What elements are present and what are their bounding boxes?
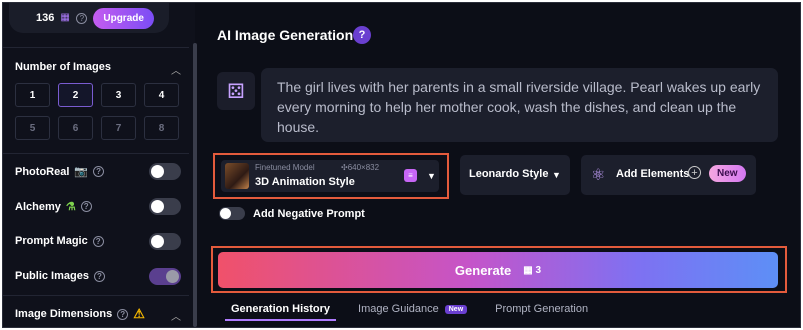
number-of-images-title: Number of Images: [15, 61, 111, 73]
style-dropdown[interactable]: Leonardo Style ▼: [460, 155, 570, 195]
image-dimensions-option: Image Dimensions ? ⚠: [15, 306, 145, 322]
main-panel: AI Image Generation ? ⚄ The girl lives w…: [199, 3, 800, 327]
negative-prompt-option: Add Negative Prompt: [219, 207, 365, 220]
photoreal-label: PhotoReal: [15, 165, 70, 178]
random-prompt-dice-icon[interactable]: ⚄: [217, 72, 255, 110]
prompt-magic-toggle[interactable]: [149, 233, 181, 250]
new-badge: New: [444, 305, 468, 314]
model-selector-highlight: Finetuned Model ✣640×832 3D Animation St…: [213, 153, 449, 199]
toggle-knob: [151, 165, 164, 178]
generate-label: Generate: [454, 262, 512, 278]
chevron-up-icon[interactable]: ︿: [171, 62, 181, 77]
num-images-4[interactable]: 4: [144, 83, 179, 107]
photoreal-toggle[interactable]: [149, 163, 181, 180]
alchemy-label: Alchemy: [15, 200, 61, 213]
caret-down-icon[interactable]: ▼: [427, 171, 436, 181]
image-dimensions-label: Image Dimensions: [15, 308, 113, 320]
plus-icon: +: [688, 166, 701, 179]
tab-generation-history[interactable]: Generation History: [217, 303, 344, 321]
generate-button[interactable]: Generate ▦ 3: [218, 252, 778, 288]
model-dimensions: ✣640×832: [341, 163, 380, 172]
alchemy-toggle[interactable]: [149, 198, 181, 215]
add-elements-button[interactable]: ⚛ Add Elements + New: [581, 155, 756, 195]
model-thumbnail: [225, 163, 249, 189]
divider: [3, 153, 189, 154]
generate-cost: ▦ 3: [523, 264, 542, 276]
public-images-toggle[interactable]: [149, 268, 181, 285]
flask-icon: ⚗: [65, 201, 76, 213]
toggle-knob: [151, 235, 164, 248]
divider: [3, 295, 189, 296]
num-images-1[interactable]: 1: [15, 83, 50, 107]
sidebar: 136 ▦ ? Upgrade Number of Images ︿ 1 2 3…: [3, 3, 195, 327]
token-balance: 136 ▦ ? Upgrade: [9, 3, 169, 33]
help-icon[interactable]: ?: [76, 12, 88, 24]
warning-icon: ⚠: [133, 306, 145, 321]
tab-label: Generation History: [231, 303, 331, 315]
prompt-magic-option: Prompt Magic ?: [15, 235, 104, 247]
toggle-knob: [151, 200, 164, 213]
tab-label: Image Guidance: [358, 303, 439, 315]
num-images-3[interactable]: 3: [101, 83, 136, 107]
upgrade-button[interactable]: Upgrade: [93, 7, 154, 29]
new-badge: New: [709, 165, 746, 182]
tab-image-guidance[interactable]: Image Guidance New: [344, 303, 481, 321]
num-images-2[interactable]: 2: [58, 83, 93, 107]
camera-icon: 📷: [74, 166, 89, 178]
help-icon[interactable]: ?: [93, 166, 105, 177]
prompt-magic-label: Prompt Magic: [15, 235, 88, 247]
token-icon: ▦: [60, 12, 70, 23]
num-images-7[interactable]: 7: [101, 116, 136, 140]
model-name: 3D Animation Style: [255, 176, 355, 188]
divider: [3, 47, 189, 48]
num-images-5[interactable]: 5: [15, 116, 50, 140]
toggle-knob: [220, 208, 231, 219]
negative-prompt-label: Add Negative Prompt: [253, 207, 365, 220]
token-count: 136: [36, 12, 55, 24]
model-dimensions-value: 640×832: [347, 163, 380, 172]
page-title: AI Image Generation: [217, 27, 354, 43]
model-edit-icon[interactable]: ≡: [404, 169, 417, 182]
model-caption: Finetuned Model: [255, 163, 315, 172]
help-icon[interactable]: ?: [93, 270, 105, 282]
toggle-knob: [166, 270, 179, 283]
add-elements-label: Add Elements: [616, 168, 690, 180]
help-icon[interactable]: ?: [80, 201, 92, 212]
prompt-input[interactable]: The girl lives with her parents in a sma…: [261, 68, 778, 142]
help-icon[interactable]: ?: [353, 26, 371, 44]
negative-prompt-toggle[interactable]: [219, 207, 245, 220]
tab-bar: Generation History Image Guidance New Pro…: [217, 303, 602, 321]
generate-highlight: Generate ▦ 3: [211, 246, 787, 293]
tab-prompt-generation[interactable]: Prompt Generation: [481, 303, 602, 321]
model-selector[interactable]: Finetuned Model ✣640×832 3D Animation St…: [221, 160, 439, 192]
app-frame: 136 ▦ ? Upgrade Number of Images ︿ 1 2 3…: [2, 2, 801, 328]
number-of-images-grid: 1 2 3 4 5 6 7 8: [15, 83, 181, 140]
tab-label: Prompt Generation: [495, 303, 589, 315]
public-images-option: Public Images ?: [15, 270, 105, 282]
caret-down-icon: ▼: [552, 170, 561, 180]
atom-icon: ⚛: [591, 167, 606, 184]
num-images-8[interactable]: 8: [144, 116, 179, 140]
help-icon[interactable]: ?: [117, 308, 129, 320]
public-images-label: Public Images: [15, 270, 89, 282]
chevron-up-icon[interactable]: ︿: [171, 308, 181, 323]
num-images-6[interactable]: 6: [58, 116, 93, 140]
help-icon[interactable]: ?: [92, 235, 104, 247]
alchemy-option: Alchemy ⚗ ?: [15, 200, 92, 213]
generate-cost-value: 3: [535, 264, 542, 276]
photoreal-option: PhotoReal 📷 ?: [15, 165, 105, 178]
style-dropdown-label: Leonardo Style: [469, 168, 549, 180]
sidebar-scrollbar[interactable]: [193, 43, 197, 327]
